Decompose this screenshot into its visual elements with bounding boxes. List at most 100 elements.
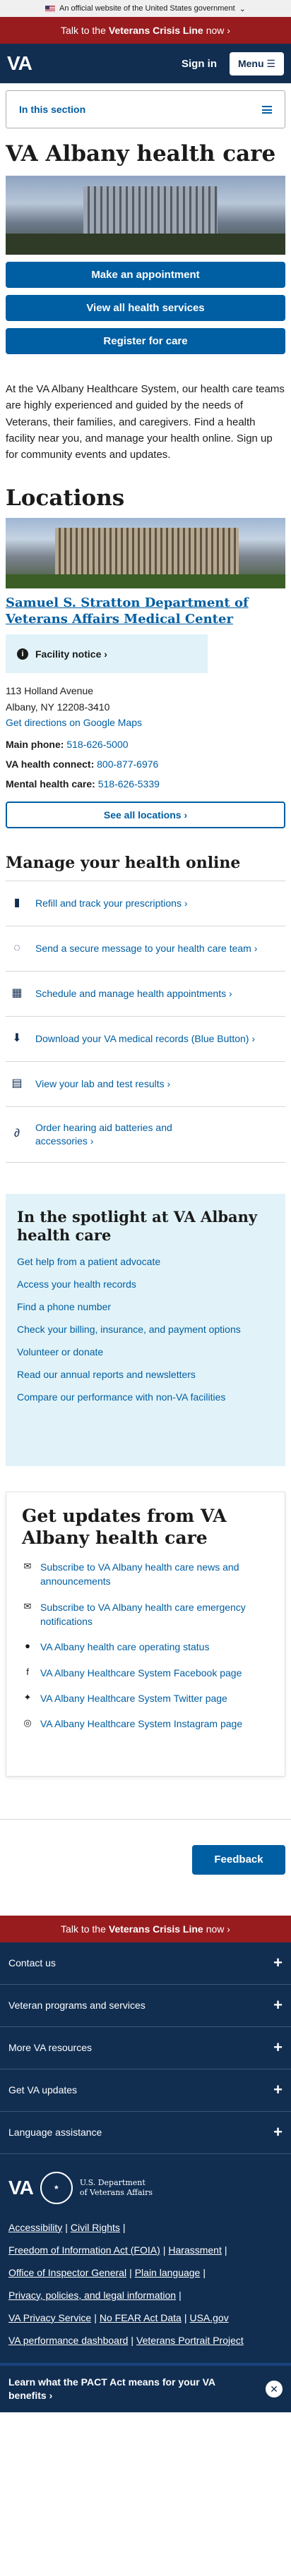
list-item[interactable]: ▤ View your lab and test results › [6,1060,285,1106]
envelope-icon: ✉ [23,1561,32,1572]
list-item-label: Send a secure message to your health car… [35,943,258,955]
footer-link[interactable]: Veterans Portrait Project [136,2335,244,2346]
footer-accordion-resources[interactable]: More VA resources + [0,2027,291,2069]
directions-link[interactable]: Get directions on Google Maps [6,717,142,728]
footer-link[interactable]: VA Privacy Service [8,2312,91,2323]
spotlight-link[interactable]: Access your health records [17,1278,274,1290]
facility-notice-link[interactable]: Facility notice › [35,648,107,660]
crisis-line-banner[interactable]: Talk to the Veterans Crisis Line now › [0,17,291,44]
accordion-label: More VA resources [8,2042,93,2054]
footer-link[interactable]: Freedom of Information Act (FOIA) [8,2244,160,2256]
calendar-icon: ▦ [11,986,23,999]
feedback-wrap: Feedback [0,1844,291,1875]
plus-icon: + [273,1996,283,2014]
pact-act-link[interactable]: Learn what the PACT Act means for your V… [8,2376,220,2401]
crisis-strong: Veterans Crisis Line [108,1923,203,1935]
list-item[interactable]: ∂ Order hearing aid batteries and accesso… [6,1106,285,1163]
us-flag-icon [45,5,56,12]
main-phone-row: Main phone: 518-626-5000 [6,739,285,749]
accordion-label: Language assistance [8,2127,102,2139]
pact-act-banner[interactable]: Learn what the PACT Act means for your V… [0,2362,291,2412]
spotlight-link[interactable]: Find a phone number [17,1301,274,1312]
update-item: ◎ VA Albany Healthcare System Instagram p… [22,1717,269,1731]
footer-accordion-contact[interactable]: Contact us + [0,1942,291,1985]
va-connect-link[interactable]: 800-877-6976 [97,758,158,770]
list-item-label: Schedule and manage health appointments … [35,988,232,1000]
dept-line1: U.S. Department [79,2178,146,2188]
facility-link[interactable]: Samuel S. Stratton Department of Veteran… [6,595,285,627]
facility-address: 113 Holland Avenue Albany, NY 12208-3410… [6,683,285,730]
hero-image [6,176,285,255]
make-appointment-button[interactable]: Make an appointment [6,262,285,289]
updates-heading: Get updates from VA Albany health care [22,1505,227,1548]
footer-accordion-language[interactable]: Language assistance + [0,2112,291,2154]
feedback-button[interactable]: Feedback [192,1844,285,1875]
locations-heading: Locations [6,485,125,512]
update-link[interactable]: VA Albany Healthcare System Twitter page [40,1691,227,1705]
spotlight-link[interactable]: Read our annual reports and newsletters [17,1369,274,1380]
main-phone-label: Main phone: [6,738,64,750]
footer-link[interactable]: Accessibility [8,2222,62,2233]
gov-banner-text: An official website of the United States… [59,4,235,13]
update-link[interactable]: VA Albany health care operating status [40,1640,209,1654]
va-connect-label: VA health connect: [6,758,95,770]
footer-accordion-updates[interactable]: Get VA updates + [0,2069,291,2112]
update-item: ✦ VA Albany Healthcare System Twitter pag… [22,1691,269,1705]
list-item[interactable]: ▦ Schedule and manage health appointments… [6,970,285,1016]
department-name: U.S. Department of Veterans Affairs [80,2178,153,2196]
footer-link[interactable]: Office of Inspector General [8,2267,126,2278]
gov-banner[interactable]: An official website of the United States… [0,0,291,17]
update-link[interactable]: Subscribe to VA Albany health care emerg… [40,1600,269,1629]
sign-in-button[interactable]: Sign in [182,58,217,70]
update-link[interactable]: VA Albany Healthcare System Instagram pa… [40,1717,242,1731]
chat-bubble-icon: ◌ [13,941,20,954]
footer-link[interactable]: Harassment [168,2244,221,2256]
spotlight-link[interactable]: Compare our performance with non-VA faci… [17,1391,274,1403]
crisis-suffix: now › [206,25,230,36]
register-button[interactable]: Register for care [6,328,285,355]
crisis-suffix: now › [206,1923,230,1935]
footer-link[interactable]: Civil Rights [71,2222,120,2233]
footer-link[interactable]: VA performance dashboard [8,2335,128,2346]
envelope-icon: ✉ [23,1600,32,1611]
list-item[interactable]: ▮ Refill and track your prescriptions › [6,880,285,926]
mental-health-link[interactable]: 518-626-5339 [98,778,160,790]
spotlight-link[interactable]: Check your billing, insurance, and payme… [17,1324,274,1335]
update-item: ✉ Subscribe to VA Albany health care news… [22,1560,269,1589]
footer-logo[interactable]: VA ★ U.S. Department of Veterans Affairs [0,2154,291,2222]
footer-crisis-banner[interactable]: Talk to the Veterans Crisis Line now › [0,1915,291,1942]
view-services-button[interactable]: View all health services [6,295,285,322]
facility-notice[interactable]: i Facility notice › [6,634,208,674]
chevron-down-icon: ⌄ [239,4,246,13]
spotlight-link[interactable]: Get help from a patient advocate [17,1256,274,1267]
va-logo[interactable]: VA [7,52,32,75]
footer-link[interactable]: No FEAR Act Data [100,2312,182,2323]
footer-link[interactable]: Plain language [135,2267,201,2278]
see-all-locations-button[interactable]: See all locations › [6,801,285,828]
spotlight-link[interactable]: Volunteer or donate [17,1346,274,1357]
menu-button[interactable]: Menu ☰ [229,52,284,75]
accordion-label: Get VA updates [8,2084,78,2096]
section-nav-toggle[interactable]: In this section [6,90,285,128]
main-phone-link[interactable]: 518-626-5000 [66,739,128,750]
update-link[interactable]: VA Albany Healthcare System Facebook pag… [40,1666,242,1680]
footer-links: Accessibility | Civil Rights | Freedom of I… [8,2221,244,2346]
list-item[interactable]: ⬇ Download your VA medical records (Blue … [6,1015,285,1061]
instagram-icon: ◎ [23,1717,32,1729]
facility-photo [6,518,285,589]
mental-health-row: Mental health care: 518-626-5339 [6,779,285,789]
spotlight-heading: In the spotlight at VA Albany health car… [17,1207,258,1244]
close-icon[interactable]: ✕ [266,2380,283,2397]
plus-icon: + [273,1954,283,1972]
address-line2: Albany, NY 12208-3410 [6,701,110,713]
footer-accordion-programs[interactable]: Veteran programs and services + [0,1985,291,2027]
plus-icon: + [273,2081,283,2099]
footer-link[interactable]: USA.gov [189,2312,228,2323]
address-line1: 113 Holland Avenue [6,685,94,697]
list-item[interactable]: ◌ Send a secure message to your health ca… [6,925,285,971]
footer-link[interactable]: Privacy, policies, and legal information [8,2290,176,2301]
plus-icon: + [273,2123,283,2141]
twitter-icon: ✦ [23,1691,32,1703]
update-link[interactable]: Subscribe to VA Albany health care news … [40,1560,269,1589]
info-icon: i [17,648,28,660]
